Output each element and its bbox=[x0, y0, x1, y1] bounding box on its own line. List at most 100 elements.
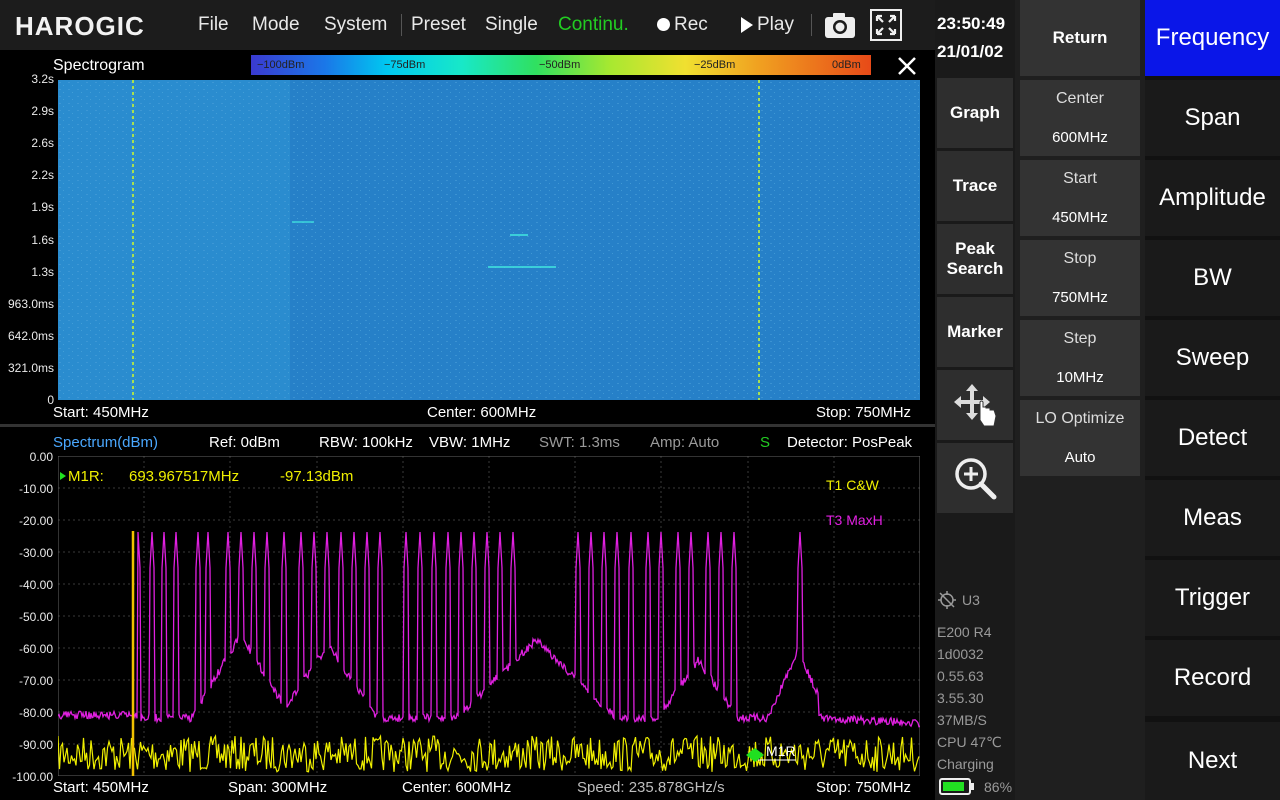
battery-percent: 86% bbox=[984, 779, 1013, 795]
colorbar-label: −100dBm bbox=[257, 59, 305, 71]
detector-value[interactable]: Detector: PosPeak bbox=[787, 434, 912, 451]
db-label: -70.00 bbox=[18, 674, 53, 688]
function-next[interactable]: Next bbox=[1145, 722, 1280, 800]
panel-divider[interactable] bbox=[0, 424, 935, 427]
footer-stop: Stop: 750MHz bbox=[816, 779, 912, 796]
footer-span: Span: 300MHz bbox=[228, 779, 328, 796]
pan-tool-button[interactable] bbox=[937, 370, 1013, 440]
db-label: -60.00 bbox=[18, 642, 53, 656]
function-amplitude[interactable]: Amplitude bbox=[1145, 160, 1280, 236]
legend-t1[interactable]: T1 C&W bbox=[826, 477, 879, 493]
time-label: 642.0ms bbox=[7, 329, 54, 343]
db-label: -80.00 bbox=[18, 706, 53, 720]
harogic-logo: HAROGIC bbox=[15, 11, 145, 41]
menu-mode[interactable]: Mode bbox=[252, 14, 300, 36]
peak-search-label-1: Peak bbox=[955, 239, 995, 258]
marker-level: -97.13dBm bbox=[280, 468, 354, 485]
start-value: 450MHz bbox=[1052, 209, 1108, 226]
stop-param[interactable]: Stop 750MHz bbox=[1020, 240, 1140, 316]
marker-label: M1R: bbox=[68, 468, 104, 485]
amp-value: Amp: Auto bbox=[650, 434, 720, 451]
footer-start: Start: 450MHz bbox=[53, 779, 149, 796]
spectrogram-stop: Stop: 750MHz bbox=[816, 404, 912, 421]
firmware-version: 0.55.63 bbox=[937, 668, 984, 684]
step-value: 10MHz bbox=[1056, 369, 1104, 386]
spectrogram-start: Start: 450MHz bbox=[53, 404, 149, 421]
spectrum-plot[interactable] bbox=[58, 456, 920, 776]
gps-off-icon bbox=[938, 591, 956, 609]
menu-single[interactable]: Single bbox=[485, 14, 538, 36]
stop-label: Stop bbox=[1063, 250, 1097, 267]
cpu-temperature: CPU 47℃ bbox=[937, 734, 1002, 750]
software-version: 3.55.30 bbox=[937, 690, 984, 706]
time-label: 2.6s bbox=[31, 136, 54, 150]
gps-status: U3 bbox=[962, 592, 980, 608]
peak-search-label-2: Search bbox=[946, 259, 1004, 278]
trace-button[interactable]: Trace bbox=[937, 151, 1013, 221]
move-hand-icon bbox=[954, 384, 997, 427]
lo-optimize-label: LO Optimize bbox=[1035, 410, 1125, 427]
spectrum-title: Spectrum(dBm) bbox=[53, 434, 159, 451]
marker-tag[interactable]: M1R bbox=[766, 743, 796, 759]
menu-system[interactable]: System bbox=[324, 14, 387, 36]
center-param[interactable]: Center 600MHz bbox=[1020, 80, 1140, 156]
return-button[interactable]: Return bbox=[1020, 0, 1140, 76]
battery-icon bbox=[939, 778, 971, 795]
time-label: 963.0ms bbox=[7, 297, 54, 311]
battery-fill bbox=[943, 782, 964, 791]
menu-rec[interactable]: Rec bbox=[674, 14, 708, 36]
vbw-value[interactable]: VBW: 1MHz bbox=[429, 434, 510, 451]
menu-preset[interactable]: Preset bbox=[411, 14, 466, 36]
menu-continuous[interactable]: Continu. bbox=[558, 14, 629, 36]
device-serial: 1d0032 bbox=[937, 646, 984, 662]
spectrogram-waterfall[interactable] bbox=[58, 80, 920, 400]
close-icon[interactable] bbox=[893, 52, 921, 80]
function-meas[interactable]: Meas bbox=[1145, 480, 1280, 556]
function-span[interactable]: Span bbox=[1145, 80, 1280, 156]
rbw-value[interactable]: RBW: 100kHz bbox=[319, 434, 413, 451]
device-model: E200 R4 bbox=[937, 624, 992, 640]
swt-value: SWT: 1.3ms bbox=[539, 434, 620, 451]
db-label: -10.00 bbox=[18, 482, 53, 496]
function-record[interactable]: Record bbox=[1145, 640, 1280, 716]
marker-button[interactable]: Marker bbox=[937, 297, 1013, 367]
start-param[interactable]: Start 450MHz bbox=[1020, 160, 1140, 236]
step-param[interactable]: Step 10MHz bbox=[1020, 320, 1140, 396]
time-label: 321.0ms bbox=[7, 361, 54, 375]
zoom-button[interactable] bbox=[937, 443, 1013, 513]
ref-level[interactable]: Ref: 0dBm bbox=[209, 434, 280, 451]
top-menu-bar: HAROGIC File Mode System Preset Single C… bbox=[0, 0, 935, 50]
peak-search-button[interactable]: Peak Search bbox=[937, 224, 1013, 294]
function-detect[interactable]: Detect bbox=[1145, 400, 1280, 476]
colorbar-label: −75dBm bbox=[384, 59, 426, 71]
function-bw[interactable]: BW bbox=[1145, 240, 1280, 316]
function-sweep[interactable]: Sweep bbox=[1145, 320, 1280, 396]
graph-button[interactable]: Graph bbox=[937, 78, 1013, 148]
fullscreen-icon[interactable] bbox=[870, 9, 902, 41]
menu-separator bbox=[401, 14, 402, 36]
play-icon bbox=[741, 17, 753, 33]
step-label: Step bbox=[1063, 330, 1097, 347]
lo-optimize-param[interactable]: LO Optimize Auto bbox=[1020, 400, 1140, 476]
lo-optimize-value: Auto bbox=[1064, 449, 1096, 466]
legend-t3[interactable]: T3 MaxH bbox=[826, 512, 883, 528]
time-label: 2.2s bbox=[31, 168, 54, 182]
function-trigger[interactable]: Trigger bbox=[1145, 560, 1280, 636]
time-label: 2.9s bbox=[31, 104, 54, 118]
battery-tip bbox=[971, 783, 974, 790]
time-label: 1.9s bbox=[31, 200, 54, 214]
function-frequency[interactable]: Frequency bbox=[1145, 0, 1280, 76]
camera-icon[interactable] bbox=[823, 10, 857, 40]
start-label: Start bbox=[1063, 170, 1097, 187]
menu-separator bbox=[811, 14, 812, 36]
time-label: 0 bbox=[47, 393, 54, 407]
menu-play[interactable]: Play bbox=[757, 14, 794, 36]
zoom-in-icon bbox=[955, 458, 997, 500]
stop-value: 750MHz bbox=[1052, 289, 1108, 306]
spectrogram-title: Spectrogram bbox=[53, 57, 145, 74]
menu-file[interactable]: File bbox=[198, 14, 229, 36]
colorbar: −100dBm −75dBm −50dBm −25dBm 0dBm bbox=[251, 55, 871, 75]
db-label: -40.00 bbox=[18, 578, 53, 592]
footer-center: Center: 600MHz bbox=[402, 779, 512, 796]
time-label: 3.2s bbox=[31, 72, 54, 86]
